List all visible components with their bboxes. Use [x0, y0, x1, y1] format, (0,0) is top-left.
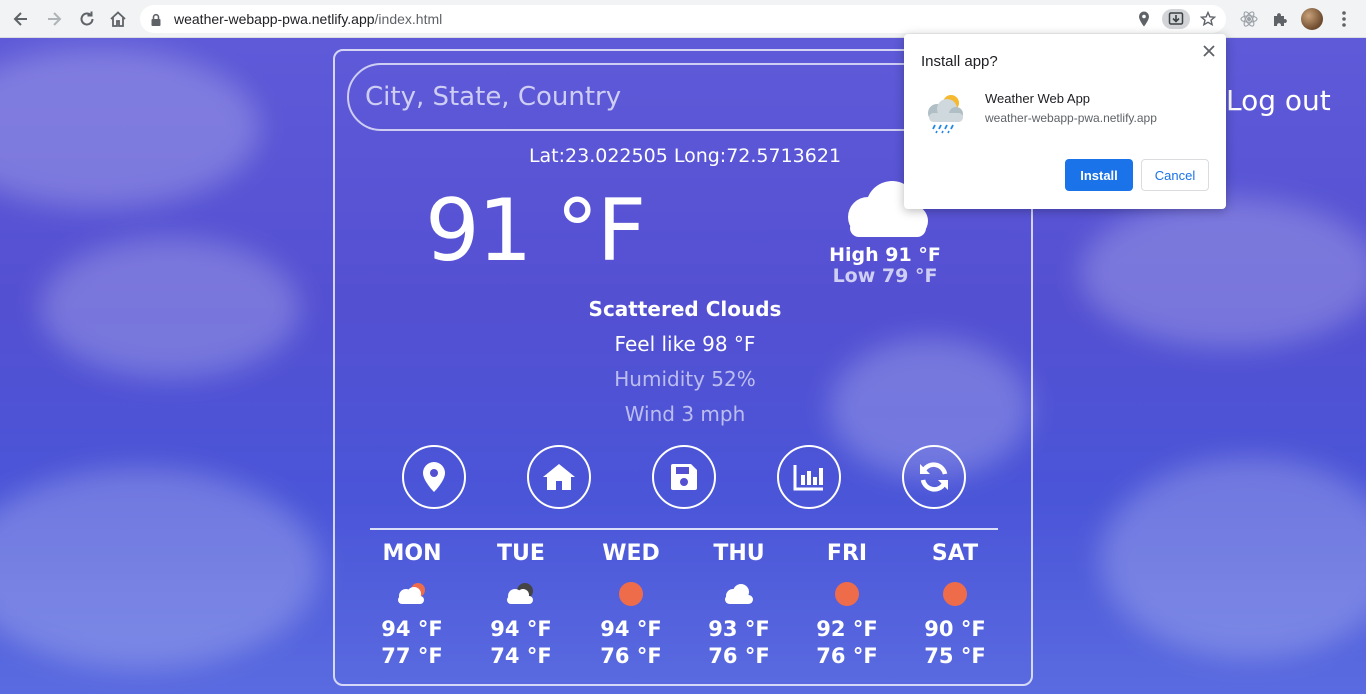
forecast-high: 94 °F [381, 617, 443, 641]
home-icon[interactable] [106, 7, 130, 31]
location-button[interactable] [402, 445, 466, 509]
extension-icon[interactable] [1238, 8, 1260, 30]
forecast-day: WED 94 °F 76 °F [581, 541, 681, 671]
app-icon [923, 91, 967, 135]
refresh-icon [920, 462, 948, 492]
url-path: /index.html [374, 11, 443, 27]
chart-icon [793, 465, 823, 491]
current-temperature: 91 °F [425, 181, 646, 281]
forecast-high: 94 °F [600, 617, 662, 641]
humidity: Humidity 52% [614, 367, 756, 391]
forecast-day: SAT 90 °F 75 °F [905, 541, 1005, 671]
sun-icon [581, 571, 681, 617]
wind-speed: Wind 3 mph [624, 402, 746, 426]
cloudy-icon [471, 571, 571, 617]
location-icon[interactable] [1134, 9, 1154, 29]
close-icon[interactable] [1200, 42, 1218, 60]
install-button[interactable]: Install [1065, 159, 1133, 191]
url-host: weather-webapp-pwa.netlify.app [174, 11, 375, 27]
reload-icon[interactable] [75, 7, 99, 31]
background-cloud [0, 48, 260, 208]
forecast-day-name: TUE [497, 541, 545, 566]
partly-cloudy-icon [362, 571, 462, 617]
forecast-day: FRI 92 °F 76 °F [797, 541, 897, 671]
address-bar[interactable]: weather-webapp-pwa.netlify.app/index.htm… [140, 5, 1226, 33]
install-app-dialog: Install app? Weather Web App weather-web… [904, 34, 1226, 209]
background-cloud [40, 238, 300, 378]
background-cloud [0, 468, 320, 668]
chart-button[interactable] [777, 445, 841, 509]
forecast-day: THU 93 °F 76 °F [689, 541, 789, 671]
refresh-button[interactable] [902, 445, 966, 509]
background-cloud [1100, 458, 1366, 658]
browser-toolbar: weather-webapp-pwa.netlify.app/index.htm… [0, 0, 1366, 38]
forecast-high: 90 °F [924, 617, 986, 641]
lock-icon [150, 12, 164, 26]
low-temperature: Low 79 °F [832, 265, 938, 287]
home-icon [543, 464, 575, 490]
save-button[interactable] [652, 445, 716, 509]
forecast-low: 76 °F [600, 644, 662, 668]
weather-description: Scattered Clouds [588, 297, 782, 321]
app-name: Weather Web App [985, 91, 1091, 106]
forecast-high: 92 °F [816, 617, 878, 641]
feels-like: Feel like 98 °F [614, 332, 756, 356]
forecast-high: 94 °F [490, 617, 552, 641]
sun-icon [797, 571, 897, 617]
dialog-title: Install app? [921, 53, 998, 70]
background-cloud [1080, 198, 1366, 348]
logout-link[interactable]: Log out [1226, 84, 1331, 117]
sun-icon [905, 571, 1005, 617]
high-temperature: High 91 °F [829, 244, 941, 266]
cancel-button[interactable]: Cancel [1141, 159, 1209, 191]
forecast-day-name: MON [382, 541, 442, 566]
profile-avatar[interactable] [1301, 8, 1323, 30]
forecast-day-name: WED [602, 541, 660, 566]
bookmark-star-icon[interactable] [1198, 9, 1218, 29]
divider [370, 528, 998, 530]
forecast-day-name: FRI [826, 541, 868, 566]
forecast-low: 76 °F [708, 644, 770, 668]
forecast-day: TUE 94 °F 74 °F [471, 541, 571, 671]
save-icon [671, 464, 697, 490]
install-app-icon[interactable] [1162, 9, 1190, 29]
forecast-day-name: SAT [931, 541, 979, 566]
home-button[interactable] [527, 445, 591, 509]
location-icon [423, 462, 445, 492]
forecast-day: MON 94 °F 77 °F [362, 541, 462, 671]
forecast-low: 76 °F [816, 644, 878, 668]
forecast-low: 77 °F [381, 644, 443, 668]
url-text: weather-webapp-pwa.netlify.app/index.htm… [174, 11, 442, 27]
forward-arrow-icon[interactable] [42, 7, 66, 31]
forecast-low: 74 °F [490, 644, 552, 668]
forecast-day-name: THU [713, 541, 765, 566]
menu-dots-icon[interactable] [1333, 8, 1355, 30]
forecast-high: 93 °F [708, 617, 770, 641]
app-url: weather-webapp-pwa.netlify.app [985, 111, 1157, 125]
cloud-icon [689, 571, 789, 617]
puzzle-icon[interactable] [1269, 8, 1291, 30]
forecast-low: 75 °F [924, 644, 986, 668]
back-arrow-icon[interactable] [9, 7, 33, 31]
